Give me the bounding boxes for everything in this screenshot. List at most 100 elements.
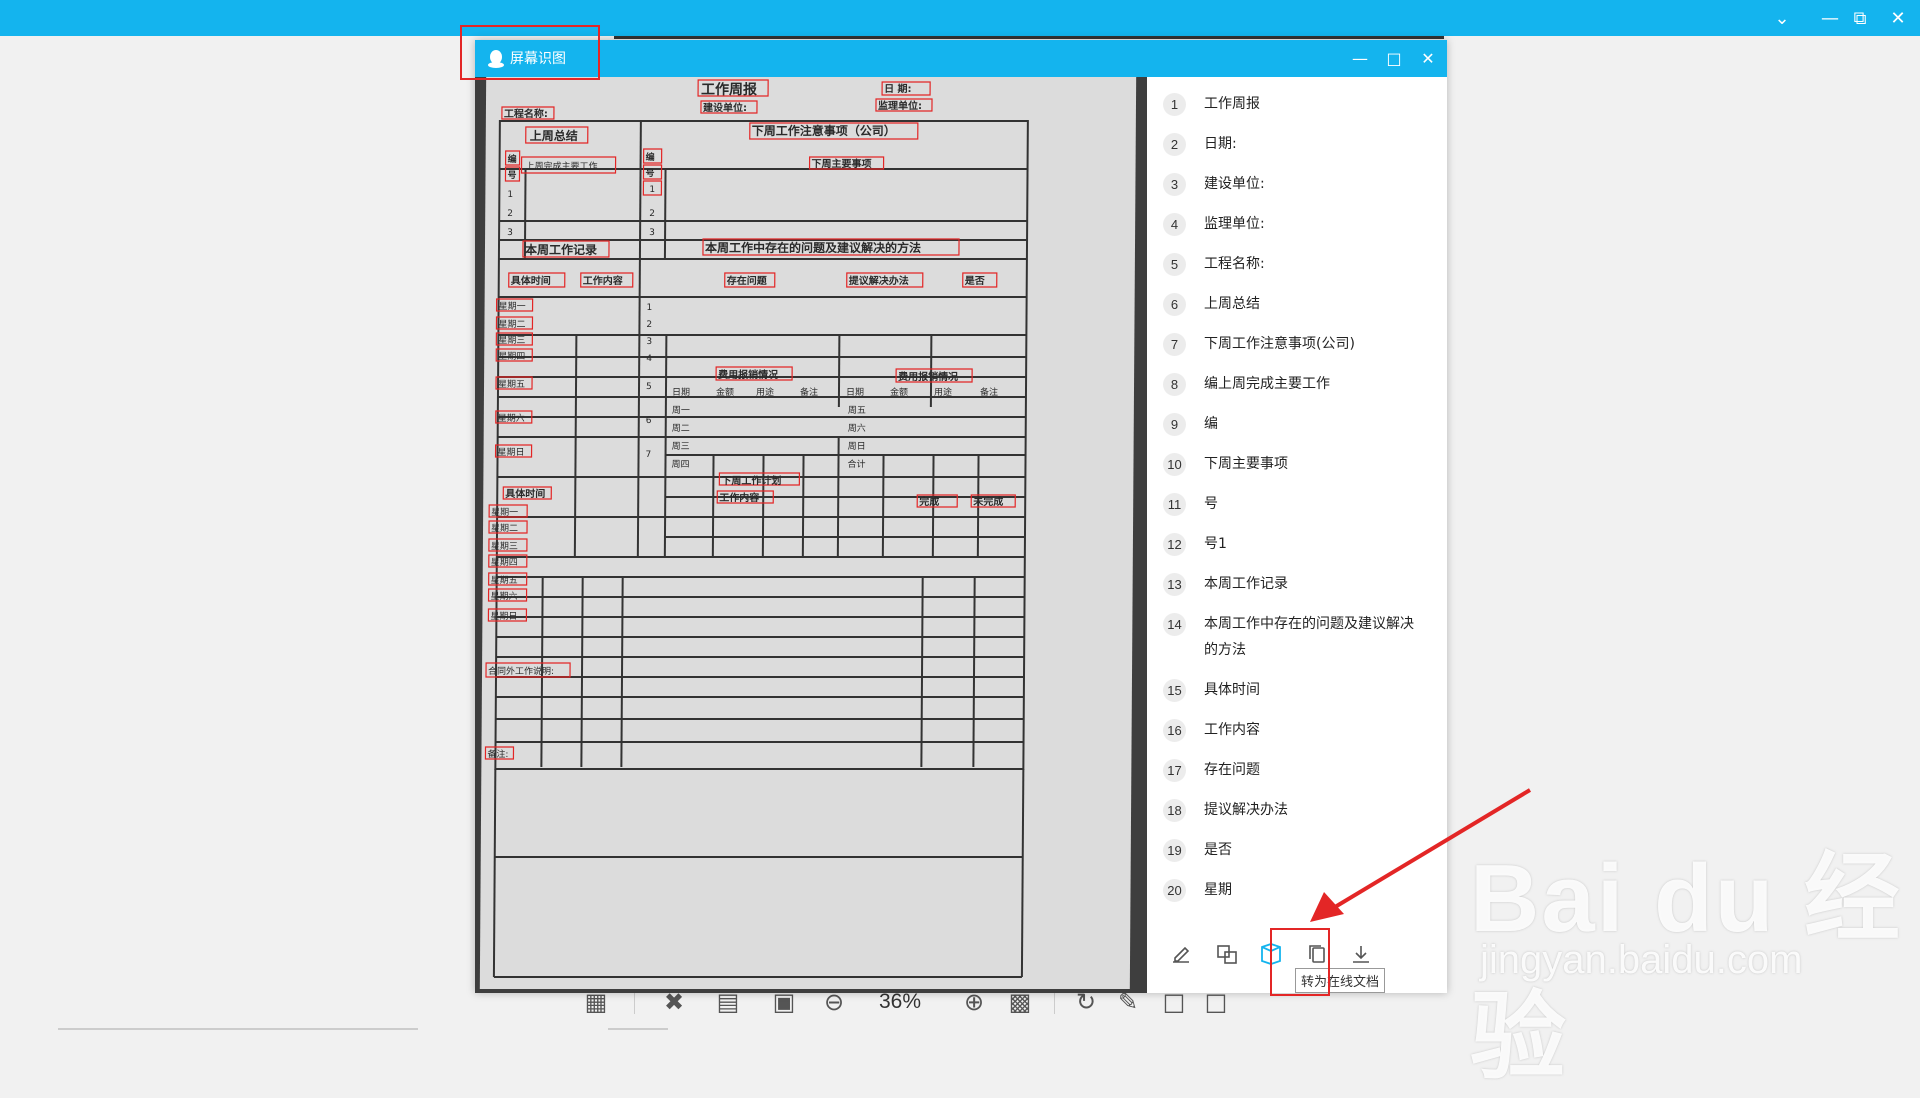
doc-title: 工作周报	[701, 81, 757, 98]
list-item-number: 14	[1163, 613, 1186, 636]
doc-exp-col: 用途	[756, 386, 774, 398]
doc-contract-extra: 合同外工作说明:	[488, 665, 554, 677]
list-item-number: 4	[1163, 213, 1186, 236]
doc-row-num: 1	[649, 185, 655, 195]
list-item-text: 本周工作记录	[1204, 576, 1288, 592]
doc-week-record: 本周工作记录	[525, 242, 597, 257]
list-item-number: 9	[1163, 413, 1186, 436]
doc-row-num: 4	[646, 354, 652, 364]
list-item-text: 本周工作中存在的问题及建议解决的方法	[1204, 616, 1414, 658]
doc-weekday: 星期二	[498, 319, 525, 330]
list-item-text: 下周主要事项	[1204, 456, 1288, 472]
list-item-text: 建设单位:	[1204, 176, 1265, 192]
doc-supervision-unit: 监理单位:	[878, 99, 922, 112]
doc-done: 完成	[919, 495, 939, 508]
doc-weekday: 星期一	[491, 507, 518, 518]
edit-icon[interactable]	[1165, 938, 1197, 970]
tab-underline	[614, 36, 1444, 39]
list-item-number: 2	[1163, 133, 1186, 156]
list-item-text: 号1	[1204, 536, 1227, 552]
doc-weekday: 星期日	[490, 611, 517, 622]
close-icon[interactable]: ✕	[1878, 0, 1918, 36]
doc-weekday: 星期四	[498, 351, 525, 362]
doc-exp-col: 日期	[672, 387, 690, 398]
restore-icon[interactable]: ⧉	[1840, 0, 1880, 36]
list-item[interactable]: 7 下周工作注意事项(公司)	[1147, 331, 1447, 357]
doc-last-week-done: 上周完成主要工作	[526, 160, 598, 172]
doc-weekday: 星期五	[491, 575, 518, 586]
list-item-text: 上周总结	[1204, 296, 1260, 312]
list-item-text: 工作周报	[1204, 96, 1260, 112]
doc-last-week-summary: 上周总结	[530, 128, 578, 143]
doc-construction-unit: 建设单位:	[702, 101, 747, 114]
maximize-icon[interactable]: □	[1377, 40, 1411, 77]
list-item[interactable]: 2 日期:	[1147, 131, 1447, 157]
list-item-text: 号	[1204, 496, 1218, 512]
list-item-text: 具体时间	[1204, 682, 1260, 698]
list-item-number: 3	[1163, 173, 1186, 196]
list-item-number: 10	[1163, 453, 1186, 476]
download-icon[interactable]	[1345, 938, 1377, 970]
list-item[interactable]: 12 号1	[1147, 531, 1447, 557]
list-item[interactable]: 9编	[1147, 411, 1447, 437]
list-item[interactable]: 1 工作周报	[1147, 91, 1447, 117]
list-item-number: 16	[1163, 719, 1186, 742]
doc-next-week-main: 下周主要事项	[812, 157, 872, 170]
document-image-pane: 工作周报 日 期: 建设单位: 监理单位: 工程名称: 上周总结 下周工作注意事…	[475, 77, 1147, 993]
list-item[interactable]: 14 本周工作中存在的问题及建议解决的方法	[1147, 611, 1447, 663]
doc-expense: 费用报销情况	[898, 370, 958, 383]
doc-problems-methods: 本周工作中存在的问题及建议解决的方法	[705, 240, 921, 255]
doc-day: 周六	[848, 422, 866, 434]
minimize-icon[interactable]: —	[1343, 40, 1377, 77]
list-item-number: 7	[1163, 333, 1186, 356]
list-item[interactable]: 15 具体时间	[1147, 677, 1447, 703]
list-item-text: 工作内容	[1204, 722, 1260, 738]
divider	[634, 992, 635, 1014]
doc-exp-col: 备注	[800, 386, 818, 398]
doc-day: 周日	[848, 441, 866, 452]
doc-day: 周五	[848, 405, 866, 416]
doc-exp-col: 日期	[846, 387, 864, 398]
doc-weekday: 星期日	[498, 447, 525, 458]
list-item-text: 监理单位:	[1204, 216, 1265, 232]
doc-row-num: 7	[646, 450, 652, 460]
doc-day: 周二	[672, 423, 690, 434]
list-item-number: 11	[1163, 493, 1186, 516]
translate-icon[interactable]	[1211, 938, 1243, 970]
doc-row-num: 6	[646, 416, 652, 426]
list-item-number: 1	[1163, 93, 1186, 116]
list-item[interactable]: 11 号	[1147, 491, 1447, 517]
doc-exp-col: 金额	[890, 386, 908, 398]
doc-weekday: 星期三	[498, 335, 525, 346]
app-title-bar	[0, 0, 1920, 36]
doc-weekday: 星期六	[498, 412, 525, 424]
list-item[interactable]: 13 本周工作记录	[1147, 571, 1447, 597]
list-item-text: 下周工作注意事项(公司)	[1204, 336, 1355, 352]
watermark-url: jingyan.baidu.com	[1480, 938, 1803, 982]
list-item[interactable]: 6 上周总结	[1147, 291, 1447, 317]
list-item[interactable]: 3 建设单位:	[1147, 171, 1447, 197]
doc-weekday: 星期三	[491, 541, 518, 552]
list-item-number: 6	[1163, 293, 1186, 316]
doc-next-week-plan: 下周工作计划	[721, 474, 781, 487]
list-item[interactable]: 8 编上周完成主要工作	[1147, 371, 1447, 397]
list-item[interactable]: 5 工程名称:	[1147, 251, 1447, 277]
list-item-text: 工程名称:	[1204, 256, 1265, 272]
doc-day: 周四	[671, 459, 689, 470]
doc-yes-no: 是否	[964, 275, 985, 287]
doc-row-num: 2	[507, 209, 513, 219]
doc-weekday: 星期四	[491, 557, 518, 568]
list-item[interactable]: 10 下周主要事项	[1147, 451, 1447, 477]
list-item-number: 15	[1163, 679, 1186, 702]
doc-col-no: 编	[646, 151, 655, 163]
doc-problem: 存在问题	[727, 274, 768, 287]
chevron-down-icon[interactable]: ⌄	[1762, 0, 1802, 36]
doc-expense: 费用报销情况	[718, 368, 778, 381]
list-item[interactable]: 16 工作内容	[1147, 717, 1447, 743]
doc-row-num: 2	[646, 320, 652, 330]
close-icon[interactable]: ✕	[1411, 40, 1445, 77]
list-item[interactable]: 4 监理单位:	[1147, 211, 1447, 237]
watermark: Bai du 经验 jingyan.baidu.com	[1470, 820, 1910, 1091]
doc-weekday: 星期一	[499, 301, 526, 312]
document-scan: 工作周报 日 期: 建设单位: 监理单位: 工程名称: 上周总结 下周工作注意事…	[484, 79, 1029, 978]
